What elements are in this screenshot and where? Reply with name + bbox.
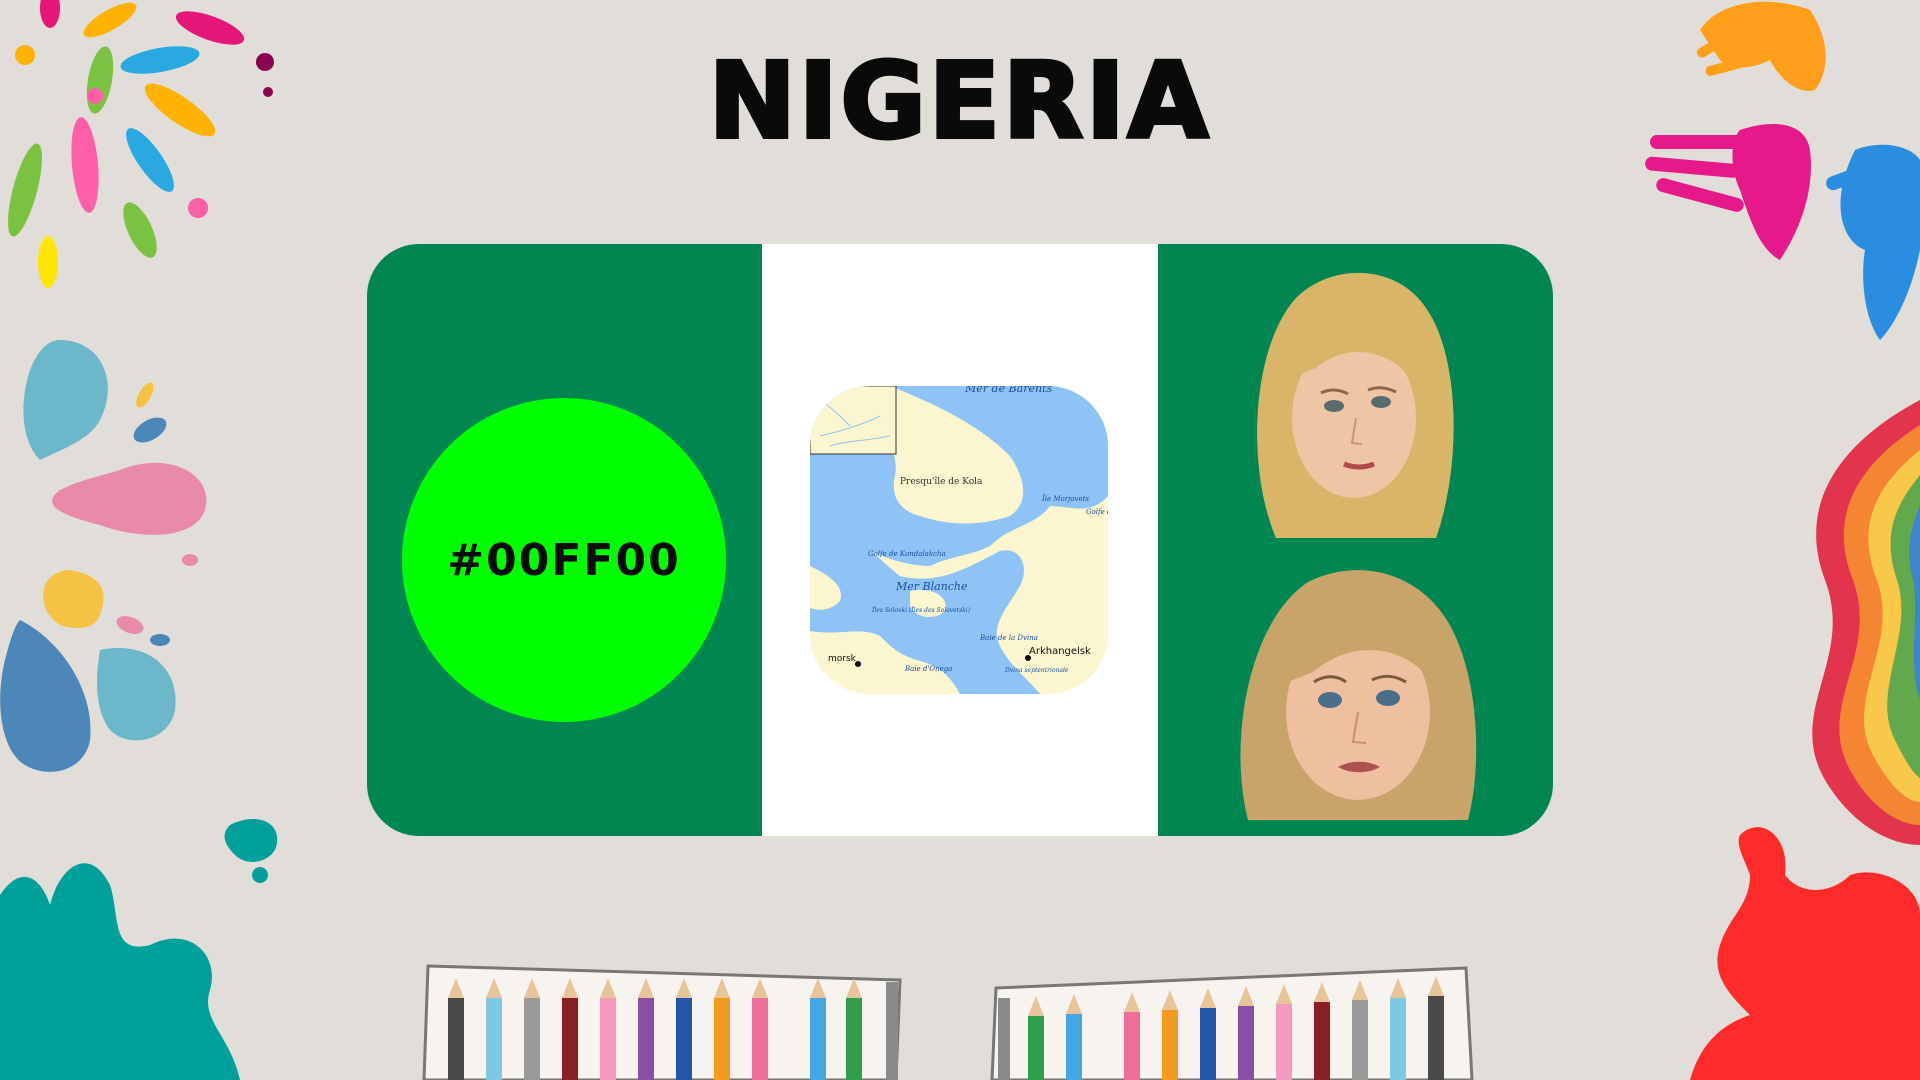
red-splash-bottom-right [1690, 827, 1920, 1080]
flag-green-band-left: #00FF00 [367, 244, 762, 836]
rainbow-wave-right [1812, 400, 1920, 845]
map-label: Golfe de Mezen [1086, 508, 1108, 516]
colored-pencils-box-left [422, 964, 902, 1080]
map-label: Arkhangelsk [1029, 646, 1091, 657]
map-label: Îles Solovki (Îles des Solovetski) [871, 606, 971, 614]
map-label: Mer Blanche [895, 580, 968, 593]
color-swatch-circle: #00FF00 [402, 398, 726, 722]
map-label: morsk [828, 654, 857, 664]
map-label: Baie d'Onega [904, 665, 952, 673]
map-label: Mer de Barents [964, 386, 1052, 395]
map-label: Presqu'île de Kola [900, 476, 983, 487]
color-swatch-label: #00FF00 [447, 534, 681, 586]
map-label: Golfe de Kandalakcha [868, 550, 946, 558]
page-title: NIGERIA [707, 38, 1212, 164]
colored-pencils-box-right [990, 966, 1474, 1080]
white-sea-map: Mer de Barents Presqu'île de Kola Île Mo… [810, 386, 1108, 694]
paint-drops-left [0, 340, 207, 772]
photo-blonde-woman-worried [1218, 562, 1503, 820]
flag-white-band: Mer de Barents Presqu'île de Kola Île Mo… [762, 244, 1158, 836]
flag-green-band-right [1158, 244, 1553, 836]
teal-splash-bottom-left [0, 819, 278, 1080]
map-label: Île Morjovets [1041, 494, 1089, 503]
map-label: Dvina septentrionale [1004, 667, 1069, 674]
map-label: Baie de la Dvina [979, 634, 1038, 642]
photo-blonde-woman-glance [1236, 268, 1463, 538]
flag-panel: #00FF00 Mer de Barents Presqu'île de Kol… [367, 244, 1553, 836]
